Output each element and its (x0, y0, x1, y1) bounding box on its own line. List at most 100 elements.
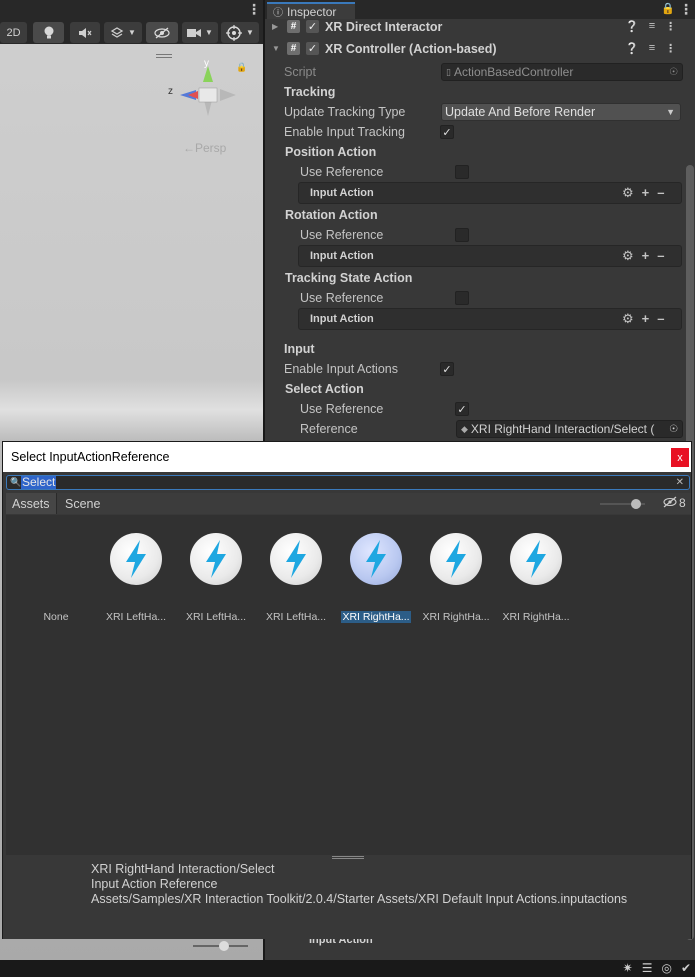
enable-input-actions-checkbox[interactable]: ✓ (440, 362, 454, 376)
lightning-bolt-icon (430, 533, 482, 585)
object-picker-icon[interactable]: ☉ (669, 423, 678, 435)
more-options-icon[interactable]: ⋮ (665, 20, 676, 33)
close-button[interactable]: x (671, 448, 689, 467)
script-file-icon: ▯ (446, 66, 451, 77)
gear-icon[interactable]: ⚙ (622, 248, 634, 264)
input-action-label: Input Action (310, 250, 374, 262)
rotation-action-header: Rotation Action (285, 208, 378, 222)
gizmo-y-label: y (204, 58, 209, 69)
popup-tab-bar: Assets Scene 8 (6, 493, 691, 514)
tracking-state-use-reference-checkbox[interactable] (455, 291, 469, 305)
position-use-reference-checkbox[interactable] (455, 165, 469, 179)
search-value: Select (21, 475, 57, 489)
search-input[interactable]: 🔍 Select ✕ (6, 475, 690, 490)
tracking-state-input-action[interactable]: Input Action ⚙ + – (298, 308, 682, 330)
update-tracking-type-label: Update Tracking Type (284, 105, 406, 119)
add-icon[interactable]: + (642, 311, 650, 327)
component-header-xr-controller[interactable]: ▼ # ✓ XR Controller (Action-based) ❔ ≡ ⋮ (265, 38, 695, 59)
asset-item-label: XRI LeftHa... (265, 611, 327, 623)
camera-icon[interactable]: ▼ (182, 22, 218, 43)
script-label: Script (284, 65, 316, 79)
update-tracking-type-dropdown[interactable]: Update And Before Render ▼ (441, 103, 681, 121)
object-picker-icon[interactable]: ☉ (669, 67, 678, 78)
more-options-icon[interactable]: ⋮ (665, 42, 676, 55)
rotation-input-action[interactable]: Input Action ⚙ + – (298, 245, 682, 267)
remove-icon[interactable]: – (657, 185, 664, 201)
asset-item-none[interactable]: None (16, 531, 96, 623)
reference-label: Reference (300, 422, 358, 436)
details-path: Assets/Samples/XR Interaction Toolkit/2.… (91, 892, 628, 906)
tracking-header: Tracking (284, 85, 336, 99)
dialog-title: Select InputActionReference (11, 450, 170, 464)
enable-input-tracking-checkbox[interactable]: ✓ (440, 125, 454, 139)
add-icon[interactable]: + (642, 185, 650, 201)
component-enabled-checkbox[interactable]: ✓ (306, 42, 319, 55)
asset-item[interactable]: XRI LeftHa... (256, 531, 336, 623)
asset-item-selected[interactable]: XRI RightHa... (336, 531, 416, 623)
scene-zoom-slider[interactable] (193, 940, 248, 952)
gear-icon[interactable]: ⚙ (622, 185, 634, 201)
lightning-bolt-icon (350, 533, 402, 585)
search-row: 🔍 Select ✕ (3, 473, 691, 491)
hidden-count-toggle[interactable]: 8 (663, 496, 686, 510)
bug-icon[interactable]: ✷ (623, 961, 633, 975)
presets-icon[interactable]: ≡ (649, 20, 655, 33)
help-icon[interactable]: ❔ (625, 42, 639, 55)
asset-item-label: None (43, 611, 69, 623)
progress-icon[interactable]: ◎ (661, 961, 671, 975)
visibility-icon[interactable] (146, 22, 178, 43)
lightning-bolt-icon (510, 533, 562, 585)
tab-assets[interactable]: Assets (6, 493, 57, 514)
hidden-count-value: 8 (679, 496, 686, 510)
rotation-use-reference-checkbox[interactable] (455, 228, 469, 242)
asset-item[interactable]: XRI LeftHa... (176, 531, 256, 623)
enable-input-tracking-label: Enable Input Tracking (284, 125, 405, 139)
asset-item-label: XRI RightHa... (341, 611, 411, 623)
lightning-bolt-icon (110, 533, 162, 585)
add-icon[interactable]: + (642, 248, 650, 264)
mode-2d-button[interactable]: 2D (0, 22, 27, 43)
audio-mute-icon[interactable] (70, 22, 100, 43)
component-enabled-checkbox[interactable]: ✓ (306, 20, 319, 33)
remove-icon[interactable]: – (657, 248, 664, 264)
asset-item[interactable]: XRI RightHa... (416, 531, 496, 623)
clear-search-icon[interactable]: ✕ (676, 477, 684, 488)
asset-item[interactable]: XRI RightHa... (496, 531, 576, 623)
script-field[interactable]: ▯ ActionBasedController ☉ (441, 63, 683, 81)
foldout-arrow-icon[interactable]: ▼ (272, 44, 280, 53)
checkmark-icon[interactable]: ✔ (681, 961, 691, 975)
lightning-bolt-icon (190, 533, 242, 585)
status-bar: ✷ ☰ ◎ ✔ (0, 960, 695, 977)
more-options-icon[interactable]: ⋮ (247, 2, 261, 16)
more-options-icon[interactable]: ⋮ (679, 2, 693, 16)
cache-server-icon[interactable]: ☰ (642, 961, 653, 975)
details-panel: XRI RightHand Interaction/Select Input A… (3, 859, 691, 939)
reference-field[interactable]: ◆ XRI RightHand Interaction/Select ( ☉ (456, 420, 683, 438)
component-header-xr-direct-interactor[interactable]: ▶ # ✓ XR Direct Interactor ❔ ≡ ⋮ (265, 16, 695, 37)
dialog-title-bar[interactable]: Select InputActionReference (3, 442, 691, 472)
effects-icon[interactable]: ▼ (104, 22, 142, 43)
use-reference-label: Use Reference (300, 165, 384, 179)
asset-item[interactable]: XRI LeftHa... (96, 531, 176, 623)
presets-icon[interactable]: ≡ (649, 42, 655, 55)
gear-icon[interactable]: ⚙ (622, 311, 634, 327)
lightbulb-icon[interactable] (33, 22, 64, 43)
select-action-header: Select Action (285, 382, 364, 396)
item-size-slider[interactable] (600, 499, 645, 509)
details-type: Input Action Reference (91, 877, 218, 891)
position-input-action[interactable]: Input Action ⚙ + – (298, 182, 682, 204)
help-icon[interactable]: ❔ (625, 20, 639, 33)
script-icon: # (287, 20, 300, 33)
select-use-reference-checkbox[interactable]: ✓ (455, 402, 469, 416)
asset-item-label: XRI RightHa... (502, 611, 570, 623)
remove-icon[interactable]: – (657, 311, 664, 327)
input-action-label: Input Action (310, 187, 374, 199)
projection-label[interactable]: ←Persp (183, 141, 226, 155)
scene-menu-handle[interactable] (156, 54, 172, 58)
lock-icon[interactable]: 🔒 (661, 2, 675, 15)
gizmo-icon[interactable]: ▼ (221, 22, 259, 43)
tab-scene[interactable]: Scene (59, 493, 106, 514)
orientation-gizmo[interactable]: y z (168, 58, 248, 130)
script-icon: # (287, 42, 300, 55)
foldout-arrow-icon[interactable]: ▶ (272, 22, 278, 31)
